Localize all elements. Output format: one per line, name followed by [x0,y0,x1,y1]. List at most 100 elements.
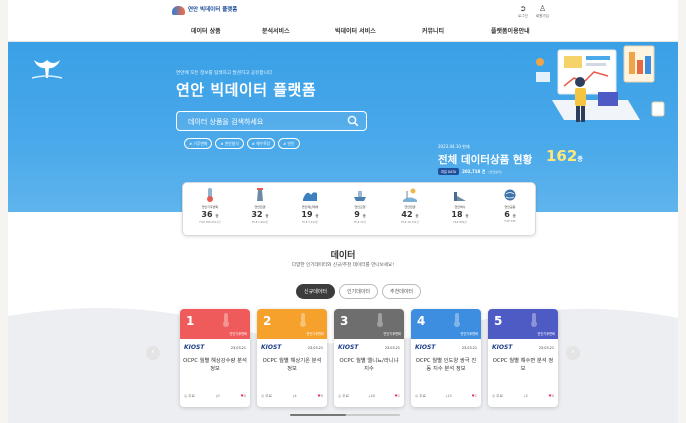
category-unit: 종 [465,214,469,218]
stat-number: 162종 [546,147,583,165]
carousel-scrollbar[interactable] [290,414,400,416]
nav-item-analysis[interactable]: 분석서비스 [262,26,290,35]
category-file: FILE 18,791건 [401,221,419,224]
nav-item-data-products[interactable]: 데이터 상품 [191,26,221,35]
search-input[interactable]: 데이터 상품을 검색하세요 [176,111,367,131]
card-downloads-count: 0 [217,394,220,398]
login-label: 로그인 [518,14,528,18]
category-name: 연안공동 [504,205,516,209]
chip-climate[interactable]: # 기후변화 [184,138,213,149]
category-name: 연안재난재해 [301,205,319,209]
chip-coast[interactable]: # 연안 [278,138,300,149]
card-likes-count: 0 [551,394,554,398]
nav-item-guide[interactable]: 플랫폼이용안내 [491,26,530,35]
category-count-value: 42 [401,210,413,219]
card-date: 23.03.21 [461,346,477,350]
category-unit: 종 [315,214,319,218]
data-analyst-illustration [536,45,665,122]
chevron-right-icon: › [571,347,575,357]
hero-kicker: 연안에 모든 정보를 탐색하고 발견하고 공유합니다 [176,71,273,76]
data-card[interactable]: 2 연안기후변화 KIOST 23.03.21 OCPC 월별 해상기온 분석 … [257,309,327,407]
category-count: 9 종 [335,210,385,219]
tab-popular-data[interactable]: 인기데이터 [339,284,379,299]
data-card[interactable]: 5 연안기후변화 KIOST 23.03.21 OCPC 월별 해수면 분석 정… [488,309,558,407]
category-count: 36 종 [185,210,235,219]
card-price: ◎ 무료 [492,394,503,399]
carousel-prev-button[interactable]: ‹ [146,346,160,360]
card-price-label: 무료 [419,394,426,398]
nav-item-community[interactable]: 커뮤니티 [422,26,444,35]
section-subtitle: 다양한 인기데이터와 신규/추천 데이터를 만나보세요! [291,263,395,268]
card-likes: ♥0 [240,394,246,399]
category-count: 19 종 [285,210,335,219]
search-icon[interactable] [347,115,359,127]
category-file: FILE 32건 [354,221,366,224]
card-title: OCPC 월별 해상기온 분석 정보 [262,358,322,372]
category-file: FILE 806건 [453,221,467,224]
join-button[interactable]: ♙ 회원가입 [536,4,549,19]
card-category-tag: 연안기후변화 [537,332,555,336]
category-item[interactable]: 연안재난재해 19 종 FILE 3,344건 [285,186,335,234]
kiost-logo: KIOST [492,344,513,351]
chip-erosion[interactable]: # 연안침식 [215,138,244,149]
thermometer-icon [185,186,235,204]
card-likes: ♥1 [394,394,400,399]
category-item[interactable]: 연안환경 42 종 FILE 18,791건 [385,186,435,234]
stat-row: 파일 DATA 202,718 건 (연안분석) [438,168,502,175]
category-name: 연안해사 [454,205,466,209]
stat-title: 전체 데이터상품 현황 [438,154,533,166]
search-placeholder: 데이터 상품을 검색하세요 [188,118,264,126]
card-price-label: 무료 [342,394,349,398]
category-item[interactable]: 연안모형 9 종 FILE 32건 [335,186,385,234]
data-card[interactable]: 1 연안기후변화 KIOST 23.03.21 OCPC 월별 해상강수량 분석… [180,309,250,407]
category-file: FILE 366,2511건 [199,221,221,224]
nav-item-bigdata-service[interactable]: 빅데이터 서비스 [335,26,376,35]
tab-recommended-data[interactable]: 추천데이터 [382,284,422,299]
stat-date: 2023.04.10 현재 [438,144,470,149]
kiost-logo: KIOST [261,344,282,351]
data-card[interactable]: 3 연안기후변화 KIOST 23.03.21 OCPC 월별 엘니뇨/라니냐 … [334,309,404,407]
category-item[interactable]: 연안기후변화 36 종 FILE 366,2511건 [185,186,235,234]
card-likes-count: 1 [474,394,477,398]
card-rank: 3 [340,314,349,328]
thermometer-icon [377,313,383,327]
category-item[interactable]: 연안환경 32 종 FILE 1,964건 [235,186,285,234]
stat-number-value: 162 [546,147,578,165]
stat-badge: 파일 DATA [438,168,460,175]
card-category-tag: 연안기후변화 [460,332,478,336]
carousel-scroll-thumb[interactable] [290,414,346,416]
stat-data: 202,718 건 [462,168,486,174]
card-downloads: ⤓15 [446,394,452,399]
category-item[interactable]: 연안공동 6 종 FILE 395 [485,186,535,234]
logo-mark-icon [172,6,185,15]
category-file: FILE 3,344건 [302,221,318,224]
site-logo[interactable]: 연안 빅데이터 플랫폼 [172,6,237,15]
card-rank: 2 [263,314,272,328]
category-panel: 연안기후변화 36 종 FILE 366,2511건 연안환경 32 종 FIL… [182,182,536,236]
card-title: OCPC 월별 인도양 쌍극 진동 지수 분석 정보 [415,358,477,372]
card-category-tag: 연안기후변화 [306,332,324,336]
thermometer-icon [454,313,460,327]
category-unit: 종 [512,214,516,218]
section-title: 데이터 [330,251,356,261]
lighthouse-icon [235,186,285,204]
card-footer: ◎ 무료 ⤓16 ♥1 [338,394,400,399]
site-header: 연안 빅데이터 플랫폼 데이터 상품 분석서비스 빅데이터 서비스 커뮤니티 플… [8,0,678,42]
tab-new-data[interactable]: 신규데이터 [296,284,336,299]
card-price: ◎ 무료 [415,394,426,399]
card-likes-count: 0 [320,394,323,398]
chip-beach[interactable]: # 해수욕장 [246,138,276,149]
card-price-label: 무료 [496,394,503,398]
kiost-logo: KIOST [184,344,205,351]
card-likes: ♥0 [548,394,554,399]
category-item[interactable]: 연안해사 18 종 FILE 806건 [435,186,485,234]
card-date: 23.03.21 [230,346,246,350]
category-name: 연안환경 [254,205,266,209]
category-count: 32 종 [235,210,285,219]
category-count-value: 32 [251,210,263,219]
data-card[interactable]: 4 연안기후변화 KIOST 23.03.21 OCPC 월별 인도양 쌍극 진… [411,309,481,407]
login-button[interactable]: ➲ 로그인 [518,4,528,19]
card-category-tag: 연안기후변화 [229,332,247,336]
hero-title: 연안 빅데이터 플랫폼 [176,81,317,99]
carousel-next-button[interactable]: › [566,346,580,360]
